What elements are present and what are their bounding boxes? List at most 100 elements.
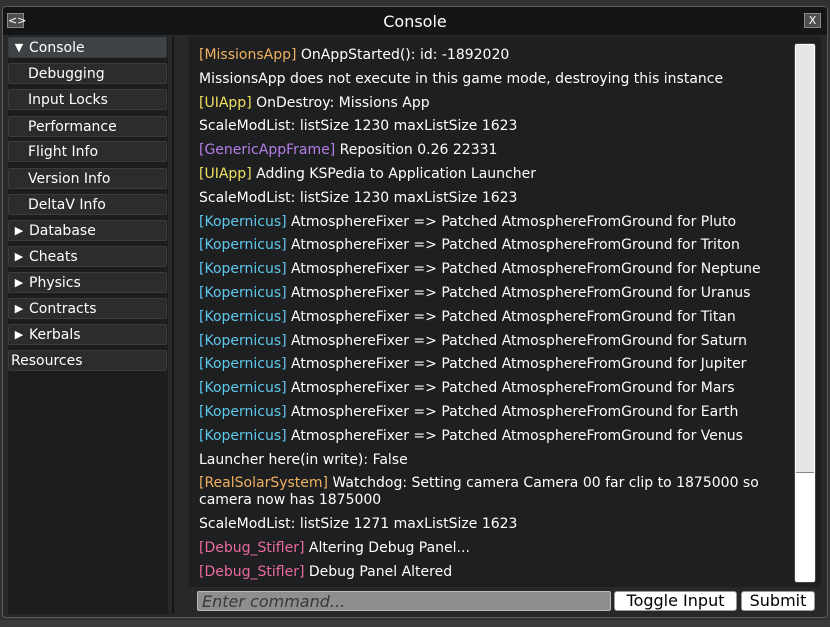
log-message: AtmosphereFixer => Patched AtmosphereFro… — [286, 284, 751, 301]
collapsed-arrow-icon: ▶ — [14, 276, 24, 289]
sidebar-item-debugging[interactable]: Debugging — [8, 63, 167, 84]
close-button[interactable]: X — [804, 13, 821, 28]
log-entry: [Kopernicus] AtmosphereFixer => Patched … — [199, 380, 789, 397]
log-tag: [Kopernicus] — [199, 308, 287, 325]
log-message: OnDestroy: Missions App — [251, 94, 430, 111]
expanded-arrow-icon: ▼ — [14, 41, 24, 54]
submit-button[interactable]: Submit — [741, 591, 815, 611]
log-entry: ScaleModList: listSize 1271 maxListSize … — [199, 516, 789, 533]
log-message: AtmosphereFixer => Patched AtmosphereFro… — [286, 427, 743, 444]
log-tag: [Kopernicus] — [199, 403, 287, 420]
sidebar-item-label: Cheats — [29, 248, 78, 265]
command-input[interactable] — [197, 591, 611, 611]
log-tag: [Kopernicus] — [199, 284, 287, 301]
log-entry: [Debug_Stifler] Debug Panel Altered — [199, 564, 789, 581]
title-bar[interactable]: <> Console X — [3, 7, 827, 35]
log-message: AtmosphereFixer => Patched AtmosphereFro… — [286, 261, 761, 278]
sidebar-item-kerbals[interactable]: ▶ Kerbals — [8, 324, 167, 345]
log-tag: [Debug_Stifler] — [199, 563, 305, 580]
background-strip — [0, 620, 830, 627]
sidebar-item-label: Resources — [11, 352, 83, 369]
log-tag: [Kopernicus] — [199, 356, 287, 373]
sidebar-item-label: Contracts — [29, 300, 97, 317]
sidebar-item-label: Input Locks — [28, 91, 108, 108]
log-message: AtmosphereFixer => Patched AtmosphereFro… — [286, 213, 737, 230]
log-message: Debug Panel Altered — [304, 563, 453, 580]
sidebar-item-label: Console — [29, 39, 85, 56]
log-entry: [Kopernicus] AtmosphereFixer => Patched … — [199, 356, 789, 373]
toggle-input-button[interactable]: Toggle Input — [614, 591, 737, 611]
sidebar-item-label: Physics — [29, 274, 81, 291]
log-message: AtmosphereFixer => Patched AtmosphereFro… — [286, 380, 735, 397]
log-tag: [UIApp] — [199, 94, 252, 111]
log-message: AtmosphereFixer => Patched AtmosphereFro… — [286, 403, 739, 420]
log-entry: [Kopernicus] AtmosphereFixer => Patched … — [199, 333, 789, 350]
log-panel: [MissionsApp] OnAppStarted(): id: -18920… — [189, 37, 821, 587]
sidebar-item-database[interactable]: ▶ Database — [8, 220, 167, 241]
sidebar-item-input-locks[interactable]: Input Locks — [8, 89, 167, 110]
sidebar-item-label: Flight Info — [28, 143, 99, 160]
collapsed-arrow-icon: ▶ — [14, 250, 24, 263]
log-entry: [UIApp] Adding KSPedia to Application La… — [199, 166, 789, 183]
log-entry: [Kopernicus] AtmosphereFixer => Patched … — [199, 214, 789, 231]
collapsed-arrow-icon: ▶ — [14, 224, 24, 237]
code-toggle-button[interactable]: <> — [7, 13, 26, 28]
log-tag: [Kopernicus] — [199, 261, 287, 278]
sidebar-item-label: DeltaV Info — [28, 196, 106, 213]
collapsed-arrow-icon: ▶ — [14, 328, 24, 341]
log-tag: [Kopernicus] — [199, 237, 287, 254]
log-entry: [MissionsApp] OnAppStarted(): id: -18920… — [199, 47, 789, 64]
sidebar-item-cheats[interactable]: ▶ Cheats — [8, 246, 167, 267]
sidebar-item-console[interactable]: ▼ Console — [8, 37, 167, 58]
console-window: <> Console X ▼ Console Debugging Input Lock… — [2, 6, 828, 618]
log-entry: [Debug_Stifler] Altering Debug Panel... — [199, 540, 789, 557]
log-entry: ScaleModList: listSize 1230 maxListSize … — [199, 118, 789, 135]
sidebar: ▼ Console Debugging Input Locks Performance F… — [8, 37, 168, 614]
log-message: Launcher here(in write): False — [199, 451, 408, 468]
log-tag: [Debug_Stifler] — [199, 539, 305, 556]
log-entry: [Kopernicus] AtmosphereFixer => Patched … — [199, 237, 789, 254]
collapsed-arrow-icon: ▶ — [14, 302, 24, 315]
sidebar-item-label: Kerbals — [29, 326, 81, 343]
sidebar-item-physics[interactable]: ▶ Physics — [8, 272, 167, 293]
sidebar-item-label: Debugging — [28, 65, 105, 82]
log-tag: [Kopernicus] — [199, 380, 287, 397]
log-message: AtmosphereFixer => Patched AtmosphereFro… — [286, 308, 736, 325]
log-entry: [RealSolarSystem] Watchdog: Setting came… — [199, 475, 789, 509]
sidebar-item-label: Version Info — [28, 170, 111, 187]
log-entry: [Kopernicus] AtmosphereFixer => Patched … — [199, 428, 789, 445]
window-title: Console — [383, 11, 447, 31]
log-list: [MissionsApp] OnAppStarted(): id: -18920… — [199, 47, 789, 588]
sidebar-item-performance[interactable]: Performance — [8, 116, 167, 137]
log-tag: [GenericAppFrame] — [199, 142, 336, 159]
log-entry: [Kopernicus] AtmosphereFixer => Patched … — [199, 261, 789, 278]
sidebar-item-label: Database — [29, 222, 96, 239]
sidebar-item-resources[interactable]: Resources — [8, 350, 167, 371]
sidebar-item-version-info[interactable]: Version Info — [8, 168, 167, 189]
log-entry: Launcher here(in write): False — [199, 452, 789, 469]
log-entry: [Kopernicus] AtmosphereFixer => Patched … — [199, 309, 789, 326]
log-message: Adding KSPedia to Application Launcher — [251, 165, 536, 182]
log-tag: [Kopernicus] — [199, 213, 287, 230]
sidebar-item-flight-info[interactable]: Flight Info — [8, 141, 167, 162]
sidebar-item-deltav-info[interactable]: DeltaV Info — [8, 194, 167, 215]
log-entry: [UIApp] OnDestroy: Missions App — [199, 95, 789, 112]
log-tag: [MissionsApp] — [199, 47, 297, 63]
log-tag: [Kopernicus] — [199, 332, 287, 349]
log-message: OnAppStarted(): id: -1892020 — [296, 47, 510, 63]
log-entry: [Kopernicus] AtmosphereFixer => Patched … — [199, 285, 789, 302]
log-message: AtmosphereFixer => Patched AtmosphereFro… — [286, 332, 748, 349]
sidebar-item-contracts[interactable]: ▶ Contracts — [8, 298, 167, 319]
scrollbar-thumb[interactable] — [796, 45, 814, 473]
log-message: AtmosphereFixer => Patched AtmosphereFro… — [286, 237, 740, 254]
scrollbar[interactable] — [794, 43, 816, 583]
log-entry: [GenericAppFrame] Reposition 0.26 22331 — [199, 142, 789, 159]
log-entry: MissionsApp does not execute in this gam… — [199, 71, 789, 88]
log-message: ScaleModList: listSize 1271 maxListSize … — [199, 516, 518, 533]
log-message: Altering Debug Panel... — [304, 539, 470, 556]
log-entry: ScaleModList: listSize 1230 maxListSize … — [199, 190, 789, 207]
log-message: AtmosphereFixer => Patched AtmosphereFro… — [286, 356, 747, 373]
log-message: MissionsApp does not execute in this gam… — [199, 70, 724, 87]
log-entry: [Kopernicus] AtmosphereFixer => Patched … — [199, 404, 789, 421]
log-tag: [RealSolarSystem] — [199, 475, 328, 492]
